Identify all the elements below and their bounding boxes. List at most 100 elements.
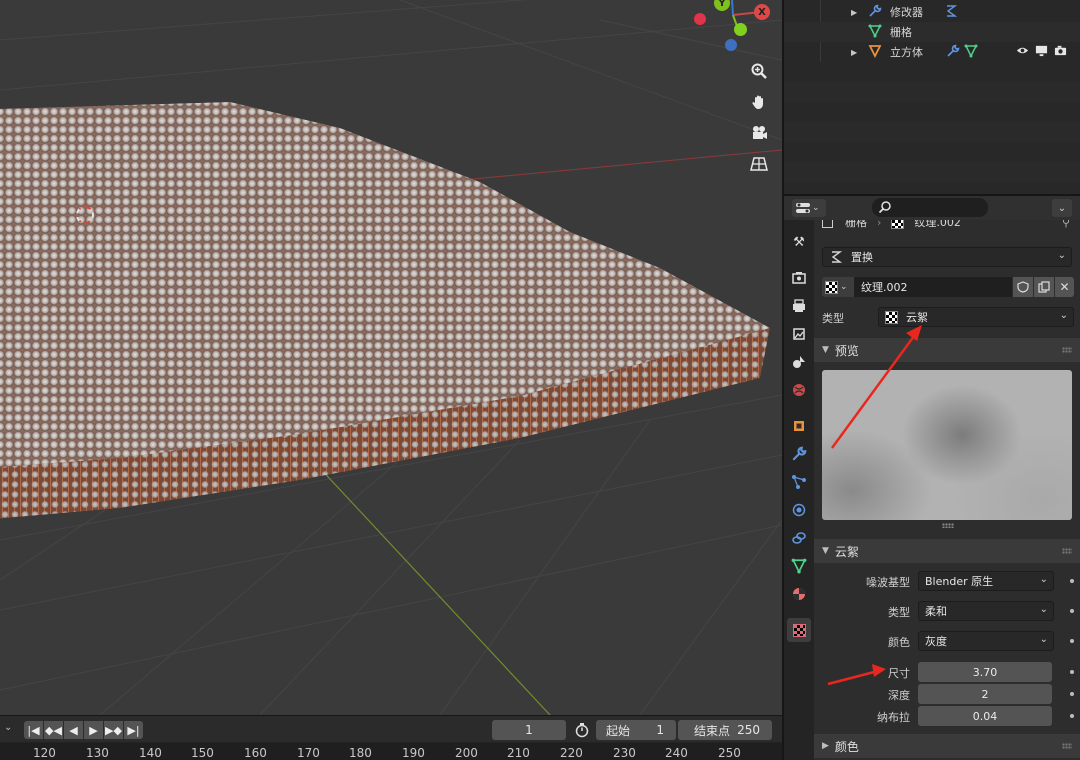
- keyframe-dot[interactable]: [1070, 692, 1074, 696]
- drag-grip-icon[interactable]: [1062, 743, 1072, 749]
- camera-view-icon[interactable]: [745, 119, 773, 147]
- prev-keyframe-icon[interactable]: ◆◀: [44, 721, 63, 739]
- render-tab-icon[interactable]: [787, 266, 811, 290]
- duplicate-icon[interactable]: [1034, 277, 1054, 297]
- keyframe-dot[interactable]: [1070, 670, 1074, 674]
- noise-type-dropdown[interactable]: 柔和 ⌄: [918, 601, 1054, 621]
- chevron-down-icon: ⌄: [1039, 604, 1048, 615]
- outliner-empty-row: [784, 122, 1080, 142]
- keyframe-dot[interactable]: [1070, 579, 1074, 583]
- properties-editor[interactable]: ⌄ ⌄ ⚒ 栅格 › 纹理.002 ⚲ 置换 ⌄ ⌄ 纹理.002 ✕ 类型 云…: [782, 194, 1080, 760]
- noise-basis-value: Blender 原生: [925, 575, 994, 588]
- outliner-empty-row: [784, 162, 1080, 182]
- object-tab-icon[interactable]: [787, 414, 811, 438]
- expand-arrow-icon[interactable]: ▶: [851, 8, 857, 17]
- end-frame-value: 250: [737, 723, 760, 737]
- texture-browse-button[interactable]: ⌄: [822, 277, 854, 297]
- world-tab-icon[interactable]: [787, 378, 811, 402]
- wrench-icon[interactable]: [946, 44, 960, 61]
- properties-content: 栅格 › 纹理.002 ⚲ 置换 ⌄ ⌄ 纹理.002 ✕ 类型 云絮 ⌄ ▼ …: [814, 220, 1080, 760]
- gizmo-neg-x-axis[interactable]: [694, 13, 706, 25]
- frame-tick: 180: [349, 746, 372, 760]
- outliner-row-mesh[interactable]: 栅格: [784, 22, 1080, 42]
- noise-type-label: 类型: [888, 606, 910, 619]
- texture-tab-icon[interactable]: [787, 618, 811, 642]
- color-mode-label: 颜色: [888, 636, 910, 649]
- eye-icon[interactable]: [1016, 44, 1029, 60]
- drag-grip-icon[interactable]: [1062, 347, 1072, 353]
- colors-panel-header[interactable]: ▶ 颜色: [814, 734, 1080, 758]
- frame-ruler[interactable]: 120 130 140 150 160 170 180 190 200 210 …: [0, 743, 782, 760]
- frame-tick: 230: [613, 746, 636, 760]
- frame-tick: 210: [507, 746, 530, 760]
- output-tab-icon[interactable]: [787, 294, 811, 318]
- modifier-wrench-tab-icon[interactable]: [787, 442, 811, 466]
- texture-name-field[interactable]: 纹理.002: [854, 277, 1012, 297]
- noise-basis-dropdown[interactable]: Blender 原生 ⌄: [918, 571, 1054, 591]
- unlink-close-icon[interactable]: ✕: [1055, 277, 1074, 297]
- options-dropdown[interactable]: ⌄: [1052, 199, 1072, 217]
- 3d-cursor[interactable]: [76, 206, 94, 224]
- navigation-gizmo[interactable]: Y X: [690, 0, 780, 56]
- outliner-row-modifiers[interactable]: ▶ 修改器: [784, 0, 1080, 62]
- expand-arrow-icon[interactable]: ▶: [851, 48, 857, 57]
- play-icon[interactable]: ▶: [84, 721, 103, 739]
- play-reverse-icon[interactable]: ◀: [64, 721, 83, 739]
- end-frame-field[interactable]: 结束点 250: [678, 720, 772, 740]
- depth-field[interactable]: 2: [918, 684, 1052, 704]
- size-field[interactable]: 3.70: [918, 662, 1052, 682]
- start-frame-field[interactable]: 起始 1: [596, 720, 676, 740]
- clouds-panel-header[interactable]: ▼ 云絮: [814, 539, 1080, 563]
- gizmo-green-axis[interactable]: [734, 23, 747, 36]
- render-camera-icon[interactable]: [1054, 44, 1067, 60]
- modifier-displace-icon[interactable]: [944, 4, 958, 21]
- outliner-row-cube[interactable]: ▶ 立方体: [784, 42, 1080, 62]
- zoom-icon[interactable]: [745, 57, 773, 85]
- perspective-grid-icon[interactable]: [745, 150, 773, 178]
- mesh-data-tab-icon[interactable]: [787, 554, 811, 578]
- texture-type-dropdown[interactable]: 云絮 ⌄: [878, 307, 1074, 327]
- current-frame-field[interactable]: 1: [492, 720, 566, 740]
- noise-basis-label: 噪波基型: [866, 576, 910, 589]
- scene-tab-icon[interactable]: [787, 350, 811, 374]
- physics-tab-icon[interactable]: [787, 498, 811, 522]
- gizmo-neg-z-axis[interactable]: [725, 39, 737, 51]
- frame-tick: 150: [191, 746, 214, 760]
- breadcrumb-object: 栅格: [845, 220, 867, 229]
- material-tab-icon[interactable]: [787, 582, 811, 606]
- texture-name: 纹理.002: [861, 281, 908, 294]
- nabla-field[interactable]: 0.04: [918, 706, 1052, 726]
- tool-settings-tab-icon[interactable]: ⚒: [787, 230, 811, 254]
- breadcrumb: 栅格 › 纹理.002: [822, 220, 961, 230]
- clouds-panel-title: 云絮: [834, 544, 859, 559]
- editor-type-button[interactable]: ⌄: [792, 199, 826, 217]
- monitor-icon[interactable]: [1035, 44, 1048, 60]
- mesh-data-icon[interactable]: [964, 44, 978, 61]
- drag-grip-icon[interactable]: [1062, 548, 1072, 554]
- keyframe-dot[interactable]: [1070, 639, 1074, 643]
- color-mode-dropdown[interactable]: 灰度 ⌄: [918, 631, 1054, 651]
- next-keyframe-icon[interactable]: ▶◆: [104, 721, 123, 739]
- texture-datablock[interactable]: ⌄ 纹理.002 ✕: [822, 277, 1074, 297]
- search-input[interactable]: [872, 198, 988, 217]
- timeline-editor[interactable]: ⌄ |◀ ◆◀ ◀ ▶ ▶◆ ▶| 1 起始 1 结束点 250 120 130…: [0, 715, 782, 760]
- 3d-viewport[interactable]: Y X: [0, 0, 782, 715]
- preview-panel-header[interactable]: ▼ 预览: [814, 338, 1080, 362]
- stopwatch-icon[interactable]: [572, 721, 592, 739]
- modifier-selector[interactable]: 置换 ⌄: [822, 247, 1072, 267]
- texture-checker-icon: [885, 310, 898, 324]
- keyframe-dot[interactable]: [1070, 714, 1074, 718]
- keyframe-dot[interactable]: [1070, 609, 1074, 613]
- gizmo-x-axis[interactable]: X: [754, 4, 770, 20]
- chevron-down-icon[interactable]: ⌄: [4, 722, 12, 733]
- pin-icon[interactable]: ⚲: [1062, 220, 1070, 229]
- view-layer-tab-icon[interactable]: [787, 322, 811, 346]
- jump-to-start-icon[interactable]: |◀: [24, 721, 43, 739]
- pan-hand-icon[interactable]: [745, 88, 773, 116]
- particles-tab-icon[interactable]: [787, 470, 811, 494]
- constraints-tab-icon[interactable]: [787, 526, 811, 550]
- outliner[interactable]: ▶ 修改器 栅格 ▶ 立方体: [782, 0, 1080, 194]
- jump-to-end-icon[interactable]: ▶|: [124, 721, 143, 739]
- preview-resize-grip[interactable]: [942, 523, 954, 528]
- fake-user-shield-icon[interactable]: [1013, 277, 1033, 297]
